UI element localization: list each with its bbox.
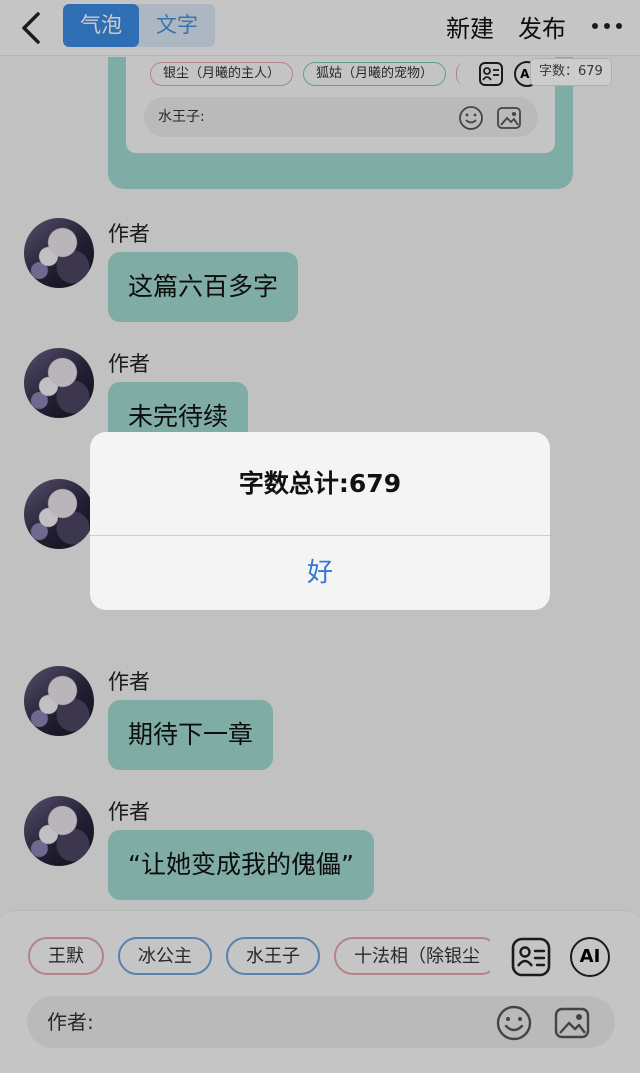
alert-title: 字数总计:679 bbox=[238, 469, 402, 498]
alert-dialog: 字数总计:679 好 bbox=[90, 432, 550, 610]
ok-button[interactable]: 好 bbox=[90, 536, 550, 610]
